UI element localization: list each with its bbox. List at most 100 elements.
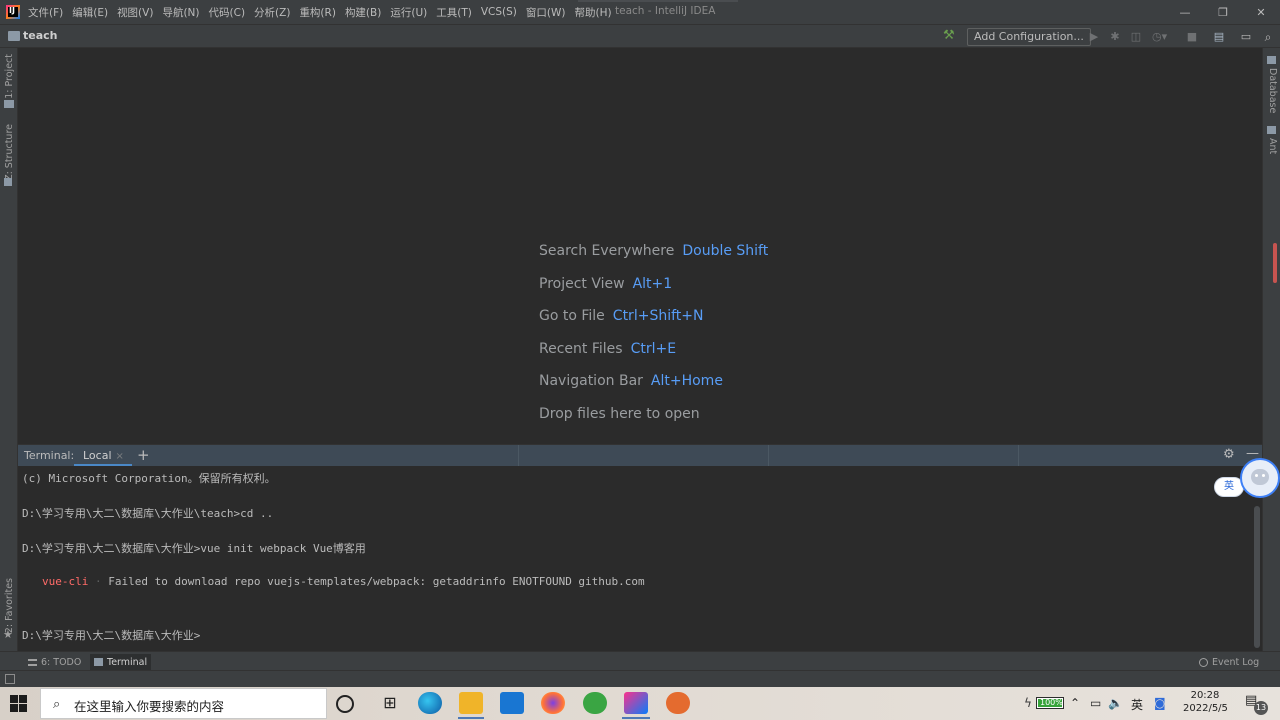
hint-label: Drop files here to open xyxy=(539,406,700,422)
debug-icon[interactable]: ✱ xyxy=(1108,30,1122,44)
folder-icon xyxy=(8,30,20,41)
divider xyxy=(1018,445,1019,467)
layout-icon[interactable]: ▭ xyxy=(1239,30,1253,44)
pane xyxy=(19,695,27,703)
tab-event-log-label: Event Log xyxy=(1212,656,1260,668)
battery-icon[interactable]: 100% xyxy=(1036,697,1064,709)
menu-file[interactable]: 文件(F) xyxy=(28,5,63,20)
volume-icon[interactable]: 🔈 xyxy=(1108,696,1123,710)
menu-analyze[interactable]: 分析(Z) xyxy=(254,5,290,20)
tab-terminal[interactable]: Terminal xyxy=(90,654,152,670)
search-icon: ⌕ xyxy=(53,697,61,712)
menu-refactor[interactable]: 重构(R) xyxy=(299,5,336,20)
tool-tab-structure[interactable]: Z: Structure xyxy=(4,124,15,181)
scrollbar-thumb[interactable] xyxy=(1254,506,1260,648)
intellij-taskbar-icon[interactable] xyxy=(624,692,648,714)
divider xyxy=(518,445,519,467)
firefox-icon[interactable] xyxy=(541,692,565,714)
coverage-icon[interactable]: ◫ xyxy=(1129,30,1143,44)
terminal-line: (c) Microsoft Corporation。保留所有权利。 xyxy=(22,472,276,485)
restore-button[interactable]: ❐ xyxy=(1204,0,1242,24)
breadcrumb[interactable]: teach xyxy=(8,29,58,42)
menu-help[interactable]: 帮助(H) xyxy=(574,5,611,20)
terminal-line: D:\学习专用\大二\数据库\大作业>vue init webpack Vue博… xyxy=(22,542,366,555)
power-icon[interactable]: ϟ xyxy=(1024,696,1032,710)
ime-assistant-icon[interactable] xyxy=(1240,458,1280,498)
close-icon[interactable]: × xyxy=(116,451,124,462)
menu-code[interactable]: 代码(C) xyxy=(209,5,246,20)
hint-label: Recent Files xyxy=(539,341,623,357)
file-explorer-icon[interactable] xyxy=(459,692,483,714)
hammer-icon[interactable]: ⚒ xyxy=(943,29,957,43)
tab-event-log[interactable]: Event Log xyxy=(1195,654,1263,670)
menu-view[interactable]: 视图(V) xyxy=(117,5,153,20)
ime-indicator[interactable]: 英 xyxy=(1131,696,1143,713)
title-divider xyxy=(578,0,738,2)
cortana-icon[interactable] xyxy=(336,695,354,713)
pane xyxy=(19,704,27,712)
navigation-bar: teach ⚒ Add Configuration... ▶ ✱ ◫ ◷▾ ■ … xyxy=(0,24,1280,48)
battery-percent: 100% xyxy=(1040,698,1063,707)
menu-edit[interactable]: 编辑(E) xyxy=(72,5,108,20)
network-icon[interactable]: ▭ xyxy=(1090,696,1101,710)
add-configuration-button[interactable]: Add Configuration... xyxy=(967,28,1091,46)
hint-label: Navigation Bar xyxy=(539,373,643,389)
taskbar-search-input[interactable]: ⌕ 在这里输入你要搜索的内容 xyxy=(40,688,327,719)
divider xyxy=(768,445,769,467)
terminal-prompt: D:\学习专用\大二\数据库\大作业> xyxy=(22,629,201,642)
right-tool-strip: Database Ant xyxy=(1262,48,1280,670)
minimize-button[interactable]: — xyxy=(1166,0,1204,24)
menu-window[interactable]: 窗口(W) xyxy=(526,5,566,20)
clock[interactable]: 20:28 2022/5/5 xyxy=(1183,689,1228,715)
hint-drop-files: Drop files here to open xyxy=(539,406,700,422)
eye xyxy=(1255,474,1258,477)
tool-tab-favorites[interactable]: 2: Favorites xyxy=(4,578,15,633)
menu-run[interactable]: 运行(U) xyxy=(390,5,427,20)
terminal-output[interactable]: (c) Microsoft Corporation。保留所有权利。 D:\学习专… xyxy=(18,466,1252,651)
run-icon[interactable]: ▶ xyxy=(1087,30,1101,44)
task-view-icon[interactable]: ⊞ xyxy=(378,692,402,714)
eye xyxy=(1262,474,1265,477)
tool-tab-ant[interactable]: Ant xyxy=(1267,138,1278,154)
project-structure-icon[interactable]: ▤ xyxy=(1212,30,1226,44)
menu-navigate[interactable]: 导航(N) xyxy=(162,5,199,20)
clock-date: 2022/5/5 xyxy=(1183,703,1228,714)
scroll-marker xyxy=(1273,243,1277,283)
active-indicator xyxy=(622,717,650,719)
list-icon xyxy=(28,658,37,666)
intellij-logo-icon[interactable]: IJ xyxy=(6,5,20,19)
windows-start-icon[interactable] xyxy=(10,695,28,713)
tab-todo[interactable]: 6: TODO xyxy=(24,654,85,670)
tool-tab-project[interactable]: 1: Project xyxy=(4,54,15,99)
windows-taskbar: ⌕ 在这里输入你要搜索的内容 ⊞ ϟ 100% ⌃ ▭ 🔈 英 ◙ 20:28 … xyxy=(0,687,1280,720)
menu-tools[interactable]: 工具(T) xyxy=(436,5,472,20)
search-icon[interactable]: ⌕ xyxy=(1261,30,1275,44)
menu-vcs[interactable]: VCS(S) xyxy=(481,6,517,18)
pane xyxy=(10,695,18,703)
terminal-line: D:\学习专用\大二\数据库\大作业\teach>cd .. xyxy=(22,507,274,520)
profile-icon[interactable]: ◷▾ xyxy=(1152,30,1167,44)
mail-icon[interactable] xyxy=(500,692,524,714)
browser-icon[interactable] xyxy=(583,692,607,714)
close-button[interactable]: ✕ xyxy=(1242,0,1280,24)
menu-build[interactable]: 构建(B) xyxy=(345,5,381,20)
edge-icon[interactable] xyxy=(418,692,442,714)
tool-windows-icon[interactable] xyxy=(5,674,15,684)
tool-tab-database[interactable]: Database xyxy=(1267,68,1278,113)
editor-area[interactable]: Search Everywhere Double Shift Project Vi… xyxy=(18,48,1262,444)
new-terminal-button[interactable]: + xyxy=(137,446,150,464)
tab-local[interactable]: Local × xyxy=(74,445,132,467)
bottom-tool-bar: 6: TODO Terminal Event Log xyxy=(0,651,1280,670)
hint-navigation-bar: Navigation Bar Alt+Home xyxy=(539,373,723,389)
stop-icon[interactable]: ■ xyxy=(1185,30,1199,44)
hint-label: Go to File xyxy=(539,308,605,324)
hint-label: Search Everywhere xyxy=(539,243,675,259)
ime-tray-icon[interactable]: ◙ xyxy=(1154,696,1166,710)
hint-shortcut: Alt+1 xyxy=(632,276,673,292)
app-icon[interactable] xyxy=(666,692,690,714)
chevron-up-icon[interactable]: ⌃ xyxy=(1070,696,1080,710)
active-indicator xyxy=(458,717,484,719)
hint-search-everywhere: Search Everywhere Double Shift xyxy=(539,243,768,259)
gear-icon[interactable]: ⚙ xyxy=(1223,447,1235,462)
hint-shortcut: Ctrl+E xyxy=(630,341,677,357)
